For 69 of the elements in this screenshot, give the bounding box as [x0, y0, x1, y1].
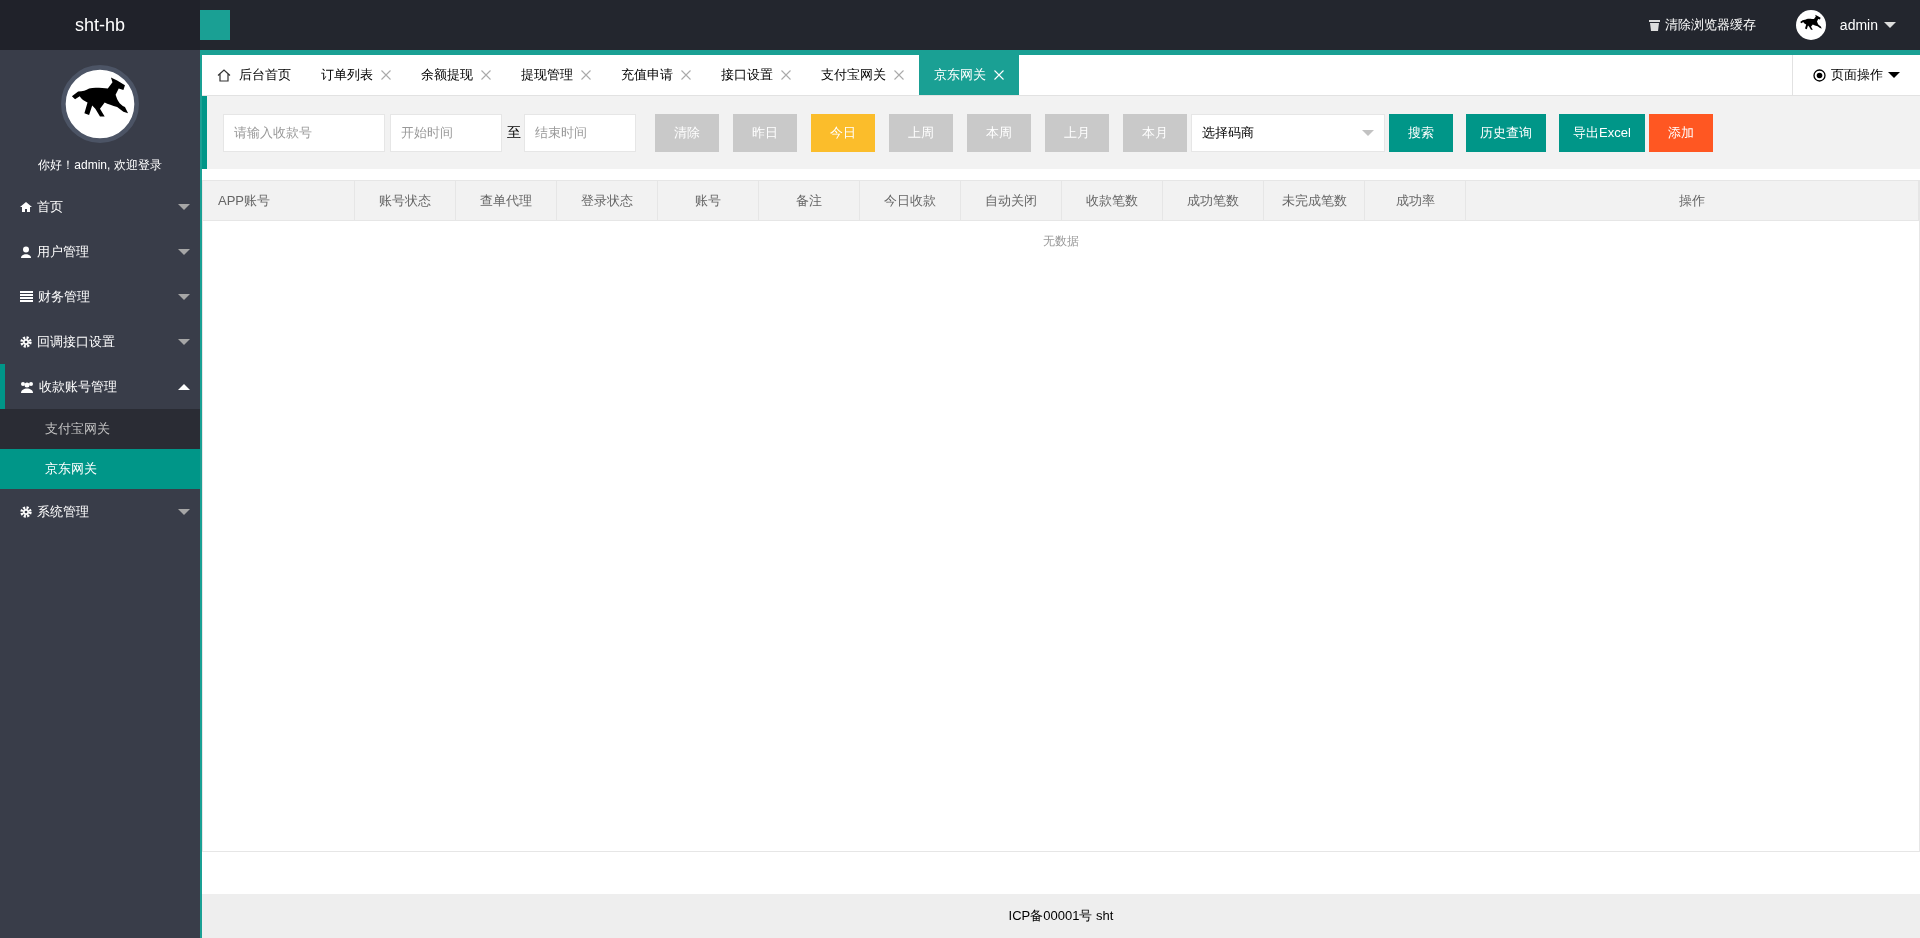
- column-header: APP账号: [203, 181, 355, 220]
- close-icon[interactable]: [781, 70, 791, 80]
- caret-icon: [178, 203, 190, 210]
- close-icon[interactable]: [481, 70, 491, 80]
- caret-icon: [1362, 129, 1374, 136]
- column-header: 备注: [759, 181, 860, 220]
- trash-icon: [1648, 19, 1660, 31]
- column-header: 登录状态: [557, 181, 658, 220]
- caret-icon: [178, 248, 190, 255]
- close-icon[interactable]: [381, 70, 391, 80]
- column-header: 账号: [658, 181, 759, 220]
- avatar-icon[interactable]: [1795, 10, 1826, 40]
- caret-icon: [178, 293, 190, 300]
- close-icon[interactable]: [681, 70, 691, 80]
- tab[interactable]: 余额提现: [406, 55, 506, 95]
- caret-icon: [178, 383, 190, 390]
- home-icon: [20, 200, 32, 213]
- avatar-icon: [61, 65, 139, 143]
- menu-item[interactable]: 用户管理: [0, 229, 200, 274]
- column-header: 收款笔数: [1062, 181, 1163, 220]
- empty-message: 无数据: [1042, 233, 1080, 250]
- page-actions-menu[interactable]: 页面操作: [1792, 55, 1920, 95]
- column-header: 自动关闭: [961, 181, 1062, 220]
- action-button[interactable]: 导出Excel: [1559, 113, 1645, 152]
- greeting-text: 你好！admin, 欢迎登录: [38, 157, 162, 174]
- menu-item[interactable]: 财务管理: [0, 274, 200, 319]
- tab[interactable]: 充值申请: [606, 55, 706, 95]
- user-menu[interactable]: admin: [1839, 17, 1896, 33]
- range-separator: 至: [507, 123, 521, 142]
- start-time-field[interactable]: 开始时间: [390, 113, 502, 152]
- column-header: 账号状态: [355, 181, 456, 220]
- caret-icon: [1884, 22, 1896, 28]
- column-header: 操作: [1466, 181, 1919, 220]
- column-header: 未完成笔数: [1264, 181, 1365, 220]
- list-icon: [20, 291, 33, 302]
- gear-icon: [20, 505, 32, 518]
- column-header: 成功笔数: [1163, 181, 1264, 220]
- menu-item[interactable]: 回调接口设置: [0, 319, 200, 364]
- close-icon[interactable]: [894, 70, 904, 80]
- account-field[interactable]: 请输入收款号: [223, 113, 385, 152]
- tab[interactable]: 订单列表: [306, 55, 406, 95]
- tab[interactable]: 接口设置: [706, 55, 806, 95]
- column-header: 查单代理: [456, 181, 557, 220]
- gear-icon: [20, 335, 32, 348]
- menu-item[interactable]: 首页: [0, 184, 200, 229]
- menu-item[interactable]: 系统管理: [0, 489, 200, 534]
- end-time-field[interactable]: 结束时间: [524, 113, 636, 152]
- tab[interactable]: 提现管理: [506, 55, 606, 95]
- radio-icon: [1813, 68, 1826, 82]
- submenu-item[interactable]: 支付宝网关: [0, 409, 200, 449]
- home-icon: [217, 68, 231, 82]
- merchant-select[interactable]: 选择码商: [1191, 113, 1385, 152]
- submenu-item[interactable]: 京东网关: [0, 449, 200, 489]
- logo-text: sht-hb: [75, 14, 125, 36]
- column-header: 成功率: [1365, 181, 1466, 220]
- caret-icon: [178, 338, 190, 345]
- footer-text: ICP备00001号 sht: [1008, 907, 1114, 925]
- caret-icon: [178, 508, 190, 515]
- sidebar-toggle-button[interactable]: [200, 10, 230, 40]
- tab[interactable]: 支付宝网关: [806, 55, 919, 95]
- caret-icon: [1888, 72, 1900, 78]
- action-button[interactable]: 历史查询: [1466, 113, 1546, 152]
- tab[interactable]: 后台首页: [202, 55, 306, 95]
- close-icon[interactable]: [581, 70, 591, 80]
- users-icon: [20, 380, 34, 393]
- user-icon: [20, 245, 32, 258]
- column-header: 今日收款: [860, 181, 961, 220]
- clear-cache-link[interactable]: 清除浏览器缓存: [1648, 16, 1756, 34]
- action-button[interactable]: 搜索: [1389, 113, 1453, 152]
